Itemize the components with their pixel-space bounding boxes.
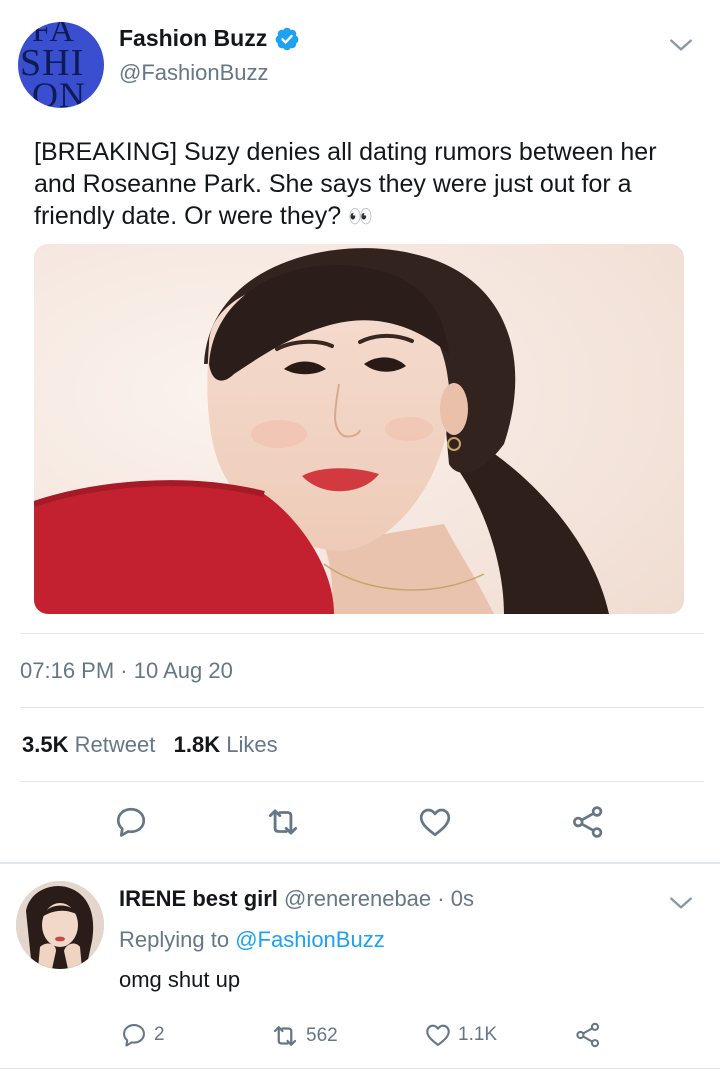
share-icon bbox=[576, 1022, 600, 1048]
retweet-count[interactable]: 3.5K bbox=[22, 732, 68, 757]
reply-like-button[interactable]: 1.1K bbox=[424, 1021, 497, 1049]
reply-text: omg shut up bbox=[119, 967, 241, 992]
account-name[interactable]: Fashion Buzz bbox=[119, 25, 267, 52]
divider bbox=[0, 1068, 720, 1069]
verified-badge-icon bbox=[275, 27, 299, 51]
reply-retweet-count: 562 bbox=[306, 1025, 338, 1046]
fashion-buzz-avatar[interactable]: FA SHI ON bbox=[18, 22, 104, 108]
divider bbox=[20, 781, 704, 782]
retweet-icon bbox=[273, 1026, 297, 1046]
reply-chevron-down-icon[interactable] bbox=[668, 890, 694, 916]
fashion-logo: FA SHI ON bbox=[20, 22, 86, 108]
like-count[interactable]: 1.8K bbox=[174, 732, 220, 757]
share-icon bbox=[573, 806, 603, 838]
divider bbox=[20, 633, 704, 634]
tweet-photo[interactable] bbox=[34, 244, 684, 614]
replying-to-link[interactable]: @FashionBuzz bbox=[235, 927, 385, 952]
reply-header: IRENE best girl @renerenebae · 0s bbox=[119, 886, 474, 912]
chevron-down-icon[interactable] bbox=[668, 32, 694, 58]
eyes-emoji: 👀 bbox=[348, 206, 373, 228]
reply-reply-button[interactable]: 2 bbox=[120, 1021, 165, 1049]
portrait-illustration bbox=[34, 244, 684, 614]
avatar-photo bbox=[16, 881, 104, 969]
reply-reply-count: 2 bbox=[154, 1024, 165, 1045]
account-handle[interactable]: @FashionBuzz bbox=[119, 60, 269, 86]
tweet-stats: 3.5K Retweet 1.8K Likes bbox=[22, 732, 278, 758]
reply-button[interactable] bbox=[111, 802, 151, 842]
tweet-text: [BREAKING] Suzy denies all dating rumors… bbox=[34, 136, 694, 233]
like-button[interactable] bbox=[415, 802, 455, 842]
reply-share-button[interactable] bbox=[574, 1021, 602, 1049]
reply-user-avatar[interactable] bbox=[16, 881, 104, 969]
retweet-label[interactable]: Retweet bbox=[75, 732, 156, 757]
heart-icon bbox=[426, 1024, 450, 1046]
retweet-icon bbox=[268, 809, 298, 835]
retweet-button[interactable] bbox=[263, 802, 303, 842]
divider bbox=[20, 707, 704, 708]
reply-retweet-button[interactable]: 562 bbox=[270, 1021, 338, 1051]
reply-time: · 0s bbox=[431, 886, 474, 911]
replying-to: Replying to @FashionBuzz bbox=[119, 927, 385, 952]
section-divider bbox=[0, 862, 720, 864]
reply-icon bbox=[123, 1024, 145, 1047]
reply-like-count: 1.1K bbox=[458, 1024, 498, 1045]
reply-icon bbox=[116, 807, 146, 837]
heart-icon bbox=[419, 808, 451, 837]
reply-user-handle[interactable]: @renerenebae bbox=[284, 886, 431, 911]
share-button[interactable] bbox=[568, 802, 608, 842]
reply-user-name[interactable]: IRENE best girl bbox=[119, 886, 278, 911]
like-label[interactable]: Likes bbox=[226, 732, 277, 757]
tweet-timestamp[interactable]: 07:16 PM · 10 Aug 20 bbox=[20, 658, 233, 684]
